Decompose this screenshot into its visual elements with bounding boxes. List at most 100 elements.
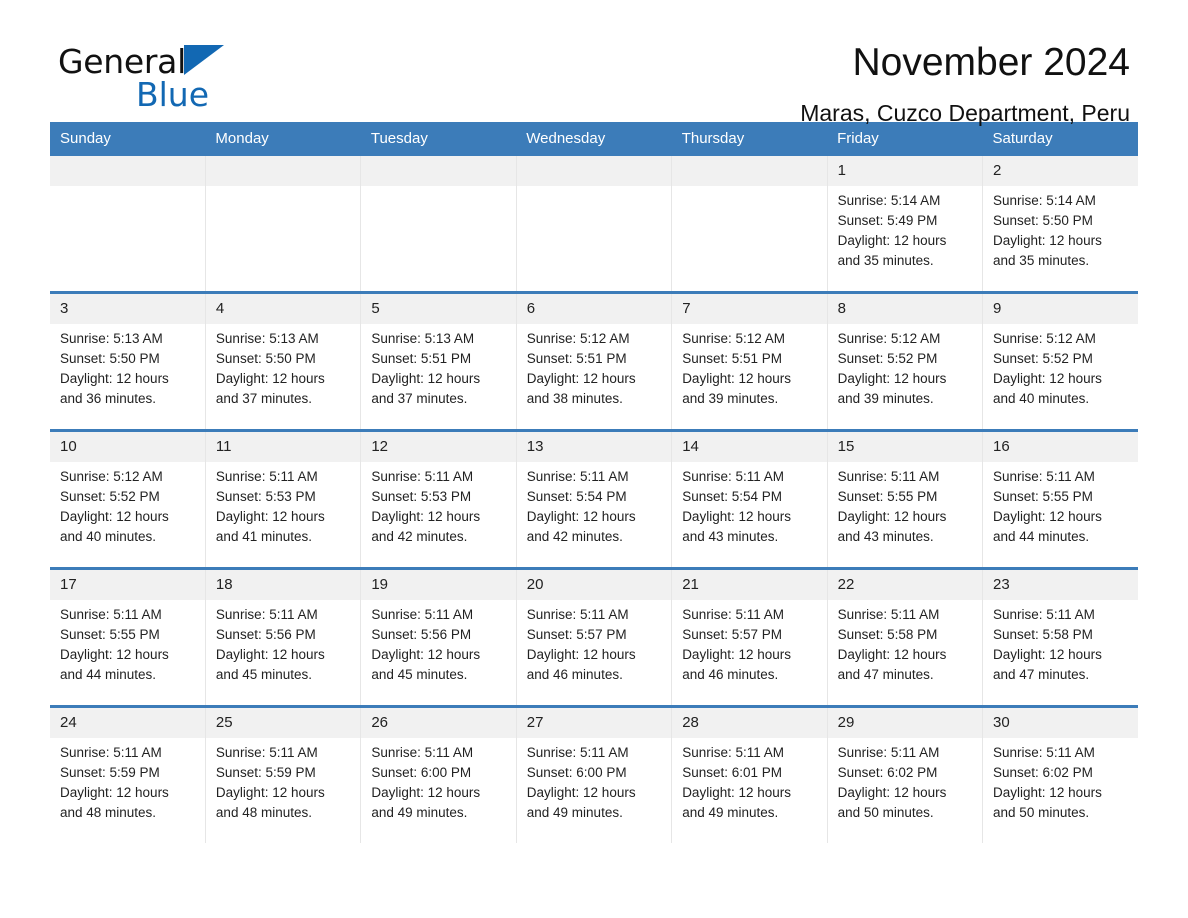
calendar-day-cell[interactable]: 30 Sunrise: 5:11 AM Sunset: 6:02 PM Dayligh… bbox=[982, 705, 1138, 843]
calendar-week-row: 24 Sunrise: 5:11 AM Sunset: 5:59 PM Dayligh… bbox=[50, 705, 1138, 843]
daylight-text-line1: Daylight: 12 hours bbox=[215, 647, 325, 662]
daylight-text-line2: and 37 minutes. bbox=[371, 391, 468, 406]
calendar-day-cell[interactable]: 1 Sunrise: 5:14 AM Sunset: 5:49 PM Daylight… bbox=[827, 156, 984, 293]
generalblue-logo[interactable]: General Blue bbox=[58, 45, 318, 117]
calendar-day-cell[interactable]: 15 Sunrise: 5:11 AM Sunset: 5:55 PM Dayligh… bbox=[827, 429, 984, 569]
daylight-text-line1: Daylight: 12 hours bbox=[526, 371, 636, 386]
day-number: 16 bbox=[983, 432, 1138, 462]
sunrise-text: Sunrise: 5:11 AM bbox=[682, 469, 784, 484]
day-details: Sunrise: 5:11 AM Sunset: 5:55 PM Daylight:… bbox=[828, 462, 982, 547]
calendar-day-cell[interactable]: 9 Sunrise: 5:12 AM Sunset: 5:52 PM Daylight… bbox=[982, 291, 1138, 431]
day-number: 15 bbox=[827, 432, 983, 462]
calendar-day-cell[interactable]: 6 Sunrise: 5:12 AM Sunset: 5:51 PM Daylight… bbox=[516, 291, 673, 431]
daylight-text-line1: Daylight: 12 hours bbox=[682, 785, 791, 800]
sunset-text: Sunset: 6:02 PM bbox=[993, 765, 1093, 780]
weekday-header-wednesday: Wednesday bbox=[516, 122, 672, 156]
daylight-text-line2: and 48 minutes. bbox=[60, 805, 157, 820]
day-number: 5 bbox=[361, 294, 516, 324]
title-block: November 2024 Maras, Cuzco Department, P… bbox=[800, 40, 1130, 128]
day-number: 25 bbox=[205, 708, 361, 738]
calendar-day-cell[interactable]: 12 Sunrise: 5:11 AM Sunset: 5:53 PM Dayligh… bbox=[360, 429, 517, 569]
calendar-day-cell[interactable]: 18 Sunrise: 5:11 AM Sunset: 5:56 PM Dayligh… bbox=[205, 567, 362, 707]
day-details: Sunrise: 5:11 AM Sunset: 5:55 PM Daylight:… bbox=[50, 600, 205, 685]
day-number: 28 bbox=[672, 708, 827, 738]
daylight-text-line2: and 48 minutes. bbox=[215, 805, 312, 820]
daylight-text-line2: and 42 minutes. bbox=[526, 529, 623, 544]
calendar-day-cell[interactable]: 10 Sunrise: 5:12 AM Sunset: 5:52 PM Dayligh… bbox=[50, 429, 206, 569]
daylight-text-line2: and 45 minutes. bbox=[371, 667, 468, 682]
calendar-day-cell[interactable]: 26 Sunrise: 5:11 AM Sunset: 6:00 PM Dayligh… bbox=[360, 705, 517, 843]
sunrise-text: Sunrise: 5:11 AM bbox=[215, 469, 318, 484]
day-number: 8 bbox=[827, 294, 983, 324]
calendar-day-cell[interactable]: 5 Sunrise: 5:13 AM Sunset: 5:51 PM Daylight… bbox=[360, 291, 517, 431]
calendar-day-cell[interactable]: 13 Sunrise: 5:11 AM Sunset: 5:54 PM Dayligh… bbox=[516, 429, 673, 569]
calendar-day-cell[interactable]: 23 Sunrise: 5:11 AM Sunset: 5:58 PM Dayligh… bbox=[982, 567, 1138, 707]
daylight-text-line2: and 41 minutes. bbox=[215, 529, 312, 544]
sunset-text: Sunset: 5:50 PM bbox=[60, 351, 160, 366]
sunset-text: Sunset: 5:54 PM bbox=[682, 489, 782, 504]
calendar-day-cell[interactable]: 20 Sunrise: 5:11 AM Sunset: 5:57 PM Dayligh… bbox=[516, 567, 673, 707]
daylight-text-line1: Daylight: 12 hours bbox=[371, 371, 481, 386]
calendar-day-cell[interactable]: 4 Sunrise: 5:13 AM Sunset: 5:50 PM Daylight… bbox=[205, 291, 362, 431]
sunset-text: Sunset: 5:58 PM bbox=[993, 627, 1093, 642]
calendar-week-row: 10 Sunrise: 5:12 AM Sunset: 5:52 PM Dayligh… bbox=[50, 429, 1138, 569]
calendar-day-cell[interactable]: 27 Sunrise: 5:11 AM Sunset: 6:00 PM Dayligh… bbox=[516, 705, 673, 843]
daylight-text-line2: and 47 minutes. bbox=[837, 667, 934, 682]
daylight-text-line1: Daylight: 12 hours bbox=[993, 509, 1102, 524]
day-details: Sunrise: 5:11 AM Sunset: 5:54 PM Daylight:… bbox=[672, 462, 826, 547]
sunrise-text: Sunrise: 5:11 AM bbox=[837, 469, 940, 484]
calendar-day-cell-empty bbox=[516, 156, 673, 293]
sunset-text: Sunset: 5:52 PM bbox=[993, 351, 1093, 366]
calendar-day-cell[interactable]: 16 Sunrise: 5:11 AM Sunset: 5:55 PM Dayligh… bbox=[982, 429, 1138, 569]
day-details: Sunrise: 5:11 AM Sunset: 5:59 PM Daylight:… bbox=[206, 738, 360, 823]
calendar-day-cell[interactable]: 17 Sunrise: 5:11 AM Sunset: 5:55 PM Dayligh… bbox=[50, 567, 206, 707]
day-details: Sunrise: 5:13 AM Sunset: 5:50 PM Daylight:… bbox=[206, 324, 360, 409]
calendar-day-cell[interactable]: 14 Sunrise: 5:11 AM Sunset: 5:54 PM Dayligh… bbox=[671, 429, 828, 569]
day-number: 22 bbox=[827, 570, 983, 600]
sunrise-text: Sunrise: 5:14 AM bbox=[837, 193, 941, 208]
day-details: Sunrise: 5:11 AM Sunset: 5:55 PM Daylight:… bbox=[983, 462, 1138, 547]
calendar-day-cell[interactable]: 21 Sunrise: 5:11 AM Sunset: 5:57 PM Dayligh… bbox=[671, 567, 828, 707]
daylight-text-line2: and 42 minutes. bbox=[371, 529, 468, 544]
sunrise-text: Sunrise: 5:12 AM bbox=[60, 469, 163, 484]
daylight-text-line1: Daylight: 12 hours bbox=[682, 371, 791, 386]
day-number: 19 bbox=[361, 570, 516, 600]
calendar-day-cell[interactable]: 19 Sunrise: 5:11 AM Sunset: 5:56 PM Dayligh… bbox=[360, 567, 517, 707]
calendar-day-cell[interactable]: 2 Sunrise: 5:14 AM Sunset: 5:50 PM Daylight… bbox=[982, 156, 1138, 293]
daylight-text-line2: and 49 minutes. bbox=[371, 805, 468, 820]
daylight-text-line2: and 46 minutes. bbox=[526, 667, 623, 682]
day-number: 6 bbox=[516, 294, 672, 324]
sunrise-text: Sunrise: 5:11 AM bbox=[837, 745, 940, 760]
day-details: Sunrise: 5:11 AM Sunset: 6:02 PM Daylight:… bbox=[983, 738, 1138, 823]
sunset-text: Sunset: 5:57 PM bbox=[526, 627, 627, 642]
day-number: 12 bbox=[361, 432, 516, 462]
sunset-text: Sunset: 5:55 PM bbox=[837, 489, 938, 504]
daylight-text-line1: Daylight: 12 hours bbox=[526, 785, 636, 800]
sunset-text: Sunset: 5:51 PM bbox=[371, 351, 472, 366]
day-number: 17 bbox=[50, 570, 205, 600]
calendar-week-row: 3 Sunrise: 5:13 AM Sunset: 5:50 PM Daylight… bbox=[50, 291, 1138, 431]
page-subtitle: Maras, Cuzco Department, Peru bbox=[800, 100, 1130, 126]
sunset-text: Sunset: 6:00 PM bbox=[526, 765, 627, 780]
calendar-week-row: 17 Sunrise: 5:11 AM Sunset: 5:55 PM Dayligh… bbox=[50, 567, 1138, 707]
day-details: Sunrise: 5:11 AM Sunset: 6:02 PM Daylight:… bbox=[828, 738, 982, 823]
daylight-text-line2: and 50 minutes. bbox=[837, 805, 934, 820]
daylight-text-line2: and 46 minutes. bbox=[682, 667, 779, 682]
calendar-day-cell[interactable]: 3 Sunrise: 5:13 AM Sunset: 5:50 PM Daylight… bbox=[50, 291, 206, 431]
day-details: Sunrise: 5:11 AM Sunset: 5:54 PM Daylight:… bbox=[517, 462, 671, 547]
calendar-day-cell[interactable]: 7 Sunrise: 5:12 AM Sunset: 5:51 PM Daylight… bbox=[671, 291, 828, 431]
calendar-day-cell[interactable]: 24 Sunrise: 5:11 AM Sunset: 5:59 PM Dayligh… bbox=[50, 705, 206, 843]
page-header: General Blue November 2024 Maras, Cuzco … bbox=[50, 0, 1138, 126]
sunrise-text: Sunrise: 5:12 AM bbox=[526, 331, 630, 346]
sunrise-text: Sunrise: 5:12 AM bbox=[837, 331, 941, 346]
calendar-day-cell[interactable]: 11 Sunrise: 5:11 AM Sunset: 5:53 PM Dayligh… bbox=[205, 429, 362, 569]
day-number: 30 bbox=[983, 708, 1138, 738]
calendar-day-cell-empty bbox=[671, 156, 828, 293]
sunset-text: Sunset: 5:51 PM bbox=[526, 351, 627, 366]
calendar-day-cell[interactable]: 8 Sunrise: 5:12 AM Sunset: 5:52 PM Daylight… bbox=[827, 291, 984, 431]
calendar-day-cell[interactable]: 29 Sunrise: 5:11 AM Sunset: 6:02 PM Dayligh… bbox=[827, 705, 984, 843]
calendar-day-cell[interactable]: 25 Sunrise: 5:11 AM Sunset: 5:59 PM Dayligh… bbox=[205, 705, 362, 843]
calendar-day-cell[interactable]: 22 Sunrise: 5:11 AM Sunset: 5:58 PM Dayligh… bbox=[827, 567, 984, 707]
calendar-day-cell[interactable]: 28 Sunrise: 5:11 AM Sunset: 6:01 PM Dayligh… bbox=[671, 705, 828, 843]
sunrise-text: Sunrise: 5:12 AM bbox=[993, 331, 1096, 346]
